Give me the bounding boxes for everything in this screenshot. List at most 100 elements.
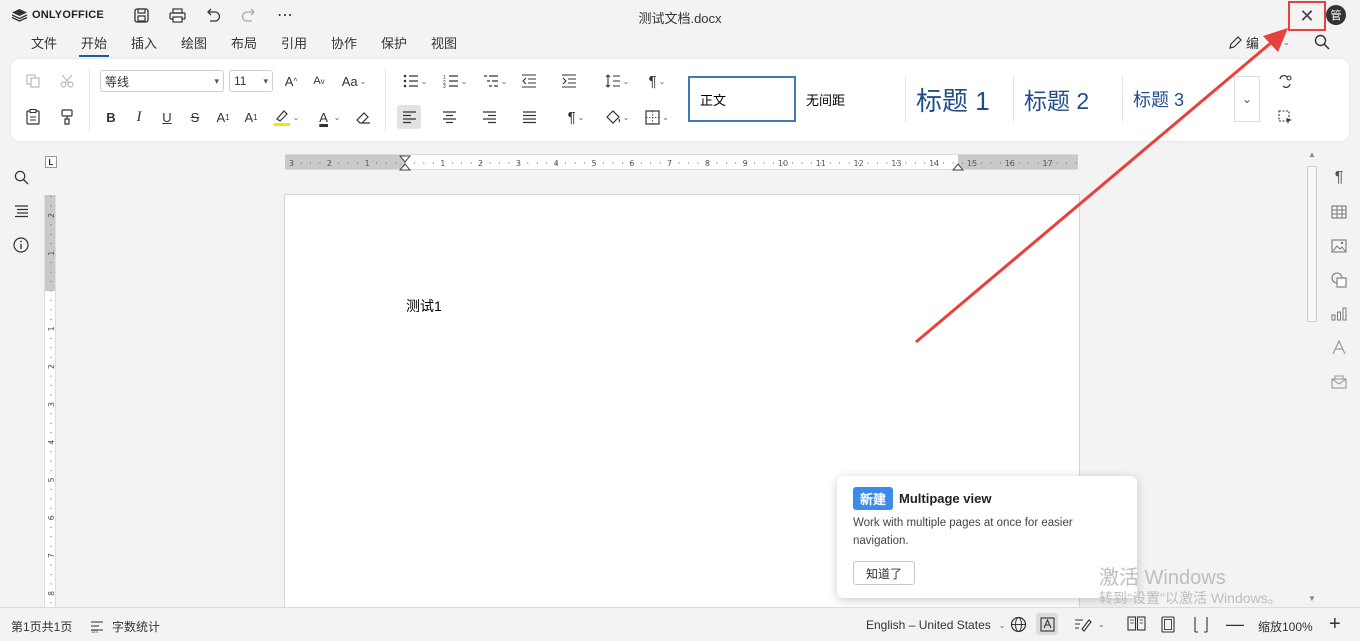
font-size-select[interactable]: 11 ▾: [229, 70, 273, 92]
search-icon[interactable]: [11, 167, 31, 187]
scroll-thumb[interactable]: [1307, 166, 1317, 322]
track-changes-icon: [1075, 619, 1092, 632]
info-icon[interactable]: [11, 235, 31, 255]
shape-settings-icon[interactable]: [1329, 270, 1349, 290]
document-text[interactable]: 测试1: [406, 296, 442, 316]
cut-icon[interactable]: [57, 71, 77, 91]
styles-expand-button[interactable]: ⌄: [1234, 76, 1260, 122]
scroll-down-icon[interactable]: ▼: [1308, 594, 1316, 603]
subscript-icon: A: [244, 109, 254, 125]
tab-layout[interactable]: 布局: [231, 33, 257, 52]
nonprinting-chars-button[interactable]: ¶ ⌄: [559, 107, 593, 127]
mail-merge-icon[interactable]: [1329, 372, 1349, 392]
scroll-up-icon[interactable]: ▲: [1308, 150, 1316, 159]
page-info[interactable]: 第1页共1页: [11, 618, 72, 635]
spellcheck-icon[interactable]: [1036, 613, 1058, 635]
chevron-down-icon: ⌄: [359, 76, 367, 86]
superscript-button[interactable]: A1: [213, 107, 233, 127]
fit-width-icon[interactable]: [1194, 616, 1208, 633]
tab-protect[interactable]: 保护: [381, 33, 407, 52]
avatar[interactable]: 管: [1326, 5, 1346, 25]
highlight-color-button[interactable]: ⌄: [269, 105, 303, 129]
feature-tip-popover: 新建 Multipage view Work with multiple pag…: [837, 476, 1137, 598]
chevron-down-icon: ⌄: [998, 620, 1006, 630]
underline-button[interactable]: U: [157, 107, 177, 127]
right-indent-marker[interactable]: [951, 163, 965, 171]
font-name-select[interactable]: 等线 ▾: [100, 70, 224, 92]
bold-button[interactable]: B: [101, 107, 121, 127]
image-settings-icon[interactable]: [1329, 236, 1349, 256]
got-it-button[interactable]: 知道了: [853, 561, 915, 585]
track-changes-button[interactable]: ⌄: [1074, 616, 1105, 632]
separator: [385, 69, 386, 131]
strikethrough-button[interactable]: S: [185, 107, 205, 127]
tab-references[interactable]: 引用: [281, 33, 307, 52]
decrease-indent-icon[interactable]: [519, 71, 539, 91]
subscript-button[interactable]: A1: [241, 107, 261, 127]
paragraph-spacing-button[interactable]: ¶ ⌄: [639, 71, 675, 91]
align-center-icon[interactable]: [439, 107, 459, 127]
multilevel-list-button[interactable]: ⌄: [477, 71, 513, 91]
increase-font-button[interactable]: A ^: [281, 71, 301, 91]
svg-text:123: 123: [91, 629, 98, 633]
select-icon[interactable]: [1275, 107, 1295, 127]
style-no-spacing[interactable]: 无间距: [796, 76, 906, 122]
style-heading-1[interactable]: 标题 1: [906, 76, 1014, 122]
word-count-button[interactable]: 123 字数统计: [90, 618, 160, 635]
increase-indent-icon[interactable]: [559, 71, 579, 91]
vertical-scrollbar[interactable]: ▲ ▼: [1306, 150, 1318, 605]
font-color-button[interactable]: A ⌄: [311, 105, 345, 129]
tab-collaborate[interactable]: 协作: [331, 33, 357, 52]
justify-icon[interactable]: [519, 107, 539, 127]
italic-button[interactable]: I: [129, 107, 149, 127]
chart-settings-icon[interactable]: [1329, 304, 1349, 324]
paragraph-settings-icon[interactable]: ¶: [1329, 168, 1349, 188]
vertical-ruler[interactable]: 2112345678: [44, 195, 56, 607]
chevron-down-icon: ⌄: [577, 112, 585, 122]
tab-file[interactable]: 文件: [31, 33, 57, 52]
pencil-icon: [1229, 35, 1242, 49]
tab-view[interactable]: 视图: [431, 33, 457, 52]
bullet-list-button[interactable]: ⌄: [397, 71, 433, 91]
paste-icon[interactable]: [23, 107, 43, 127]
zoom-level[interactable]: 缩放100%: [1258, 618, 1313, 635]
text-art-settings-icon[interactable]: [1329, 338, 1349, 358]
borders-button[interactable]: ⌄: [639, 107, 675, 127]
tab-draw[interactable]: 绘图: [181, 33, 207, 52]
style-normal[interactable]: 正文: [688, 76, 796, 122]
style-heading-2[interactable]: 标题 2: [1014, 76, 1123, 122]
edit-mode-button[interactable]: 编 ⌄: [1228, 33, 1290, 52]
shading-button[interactable]: ⌄: [599, 107, 635, 127]
align-left-icon[interactable]: [397, 105, 421, 129]
globe-icon[interactable]: [1010, 616, 1027, 633]
language-value: English – United States: [866, 618, 991, 632]
copy-icon[interactable]: [23, 71, 43, 91]
title-bar: ONLYOFFICE ⋯ 测试文档.docx ✕ 管: [0, 0, 1360, 31]
search-icon[interactable]: [1314, 34, 1330, 55]
numbered-list-button[interactable]: 123 ⌄: [437, 71, 473, 91]
align-right-icon[interactable]: [479, 107, 499, 127]
zoom-out-icon[interactable]: —: [1226, 614, 1244, 635]
change-case-button[interactable]: Aa ⌄: [337, 71, 371, 91]
style-heading-3[interactable]: 标题 3: [1123, 76, 1223, 122]
zoom-in-icon[interactable]: +: [1329, 613, 1341, 636]
line-spacing-button[interactable]: ⌄: [599, 71, 635, 91]
first-line-indent-marker[interactable]: [398, 155, 412, 163]
replace-icon[interactable]: [1275, 71, 1295, 91]
format-painter-icon[interactable]: [57, 107, 77, 127]
two-page-view-icon[interactable]: [1127, 616, 1146, 631]
language-select[interactable]: English – United States ⌄: [866, 618, 1005, 632]
table-settings-icon[interactable]: [1329, 202, 1349, 222]
chevron-down-icon: ⌄: [1241, 92, 1253, 106]
font-color-icon: A: [319, 109, 328, 125]
left-indent-marker[interactable]: [398, 163, 412, 171]
tab-home[interactable]: 开始: [78, 33, 110, 57]
chevron-down-icon: ⌄: [500, 76, 508, 86]
fit-page-icon[interactable]: [1161, 616, 1175, 633]
tab-insert[interactable]: 插入: [131, 33, 157, 52]
navigation-icon[interactable]: [11, 201, 31, 221]
decrease-font-button[interactable]: Av: [309, 71, 329, 91]
horizontal-ruler[interactable]: 3 2 1 1 2 3 4 5 6 7 8 9 10 11 12 13 14 15 16 17: [285, 154, 1078, 171]
clear-formatting-icon[interactable]: [353, 107, 373, 127]
tab-stop-selector[interactable]: L: [45, 156, 57, 168]
